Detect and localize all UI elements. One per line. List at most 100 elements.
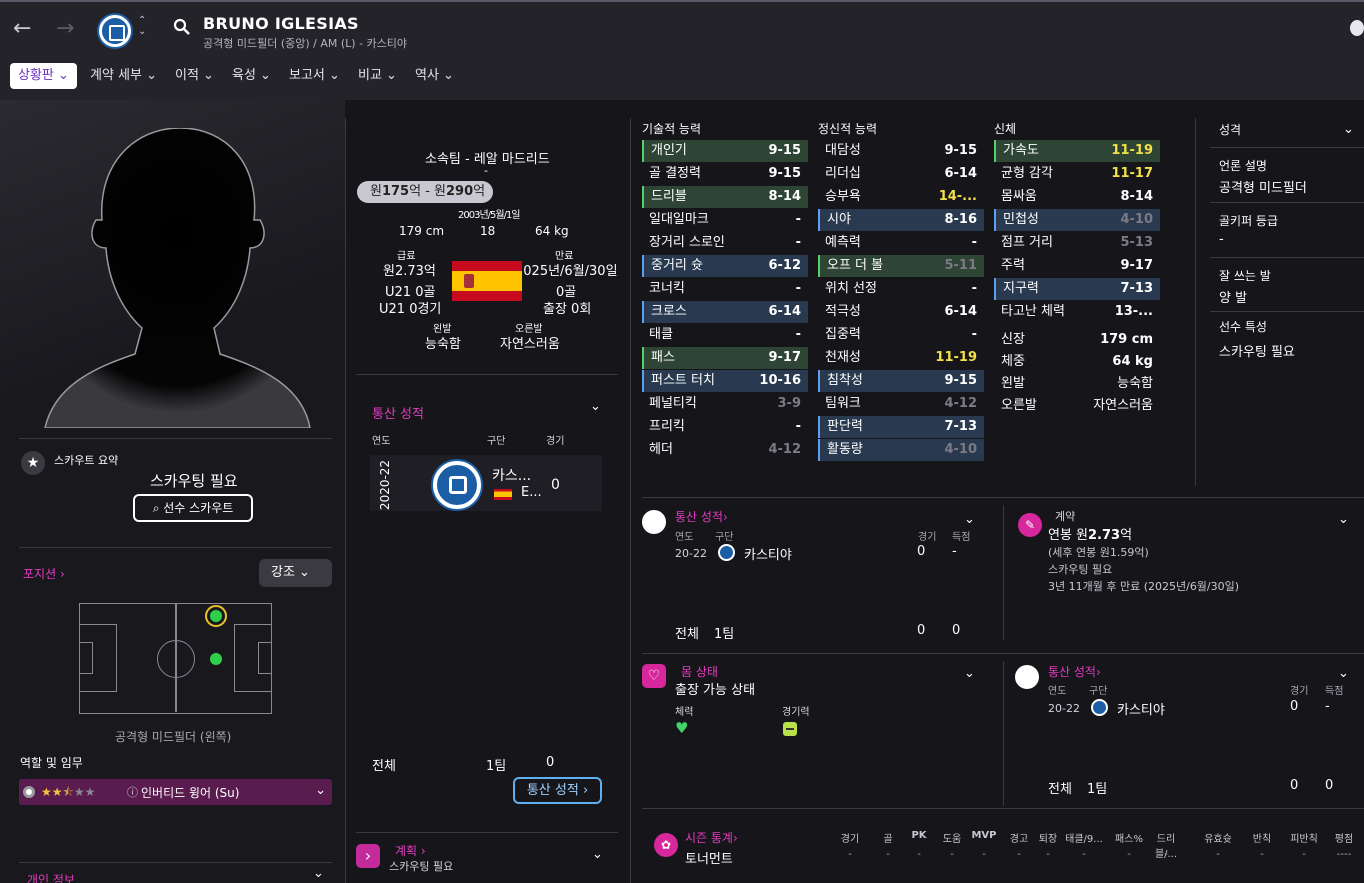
physical-attr-row[interactable]: 몸싸움 8-14: [994, 186, 1160, 208]
technical-attr-row[interactable]: 태클 -: [642, 324, 808, 346]
mental-attr-row[interactable]: 승부욕 14-...: [818, 186, 984, 208]
col-goals: 득점: [1325, 686, 1344, 697]
season-col-header[interactable]: 경기: [830, 830, 870, 845]
technical-attr-row[interactable]: 헤더 4-12: [642, 439, 808, 461]
col-apps: 경기: [546, 436, 565, 447]
physical-attr-row[interactable]: 타고난 체력 13-...: [994, 301, 1160, 323]
search-icon[interactable]: [173, 18, 191, 41]
ball-icon[interactable]: [1350, 20, 1364, 36]
emphasis-dropdown[interactable]: 강조 ⌄: [259, 559, 332, 587]
mental-attr-name: 적극성: [825, 304, 861, 319]
season-col-header[interactable]: 패스%: [1109, 830, 1149, 845]
career-club[interactable]: 카스티야: [744, 544, 792, 563]
mental-attr-value: 7-13: [944, 419, 977, 434]
technical-attr-row[interactable]: 퍼스트 터치 10-16: [642, 370, 808, 392]
physical-attr-row[interactable]: 주력 9-17: [994, 255, 1160, 277]
season-col-header[interactable]: 태클/9...: [1064, 830, 1104, 845]
career-stats-button[interactable]: 통산 성적 ›: [513, 777, 602, 804]
season-col-header[interactable]: 유효슛: [1198, 830, 1238, 845]
technical-attr-row[interactable]: 장거리 스로인 -: [642, 232, 808, 254]
chevron-down-icon[interactable]: ⌄: [590, 399, 601, 414]
technical-attr-value: -: [795, 281, 801, 296]
physical-attr-row[interactable]: 점프 거리 5-13: [994, 232, 1160, 254]
mental-attr-row[interactable]: 침착성 9-15: [818, 370, 984, 392]
club-logo-icon[interactable]: [99, 15, 131, 47]
value-range-badge[interactable]: 원175억 - 원290억: [357, 181, 493, 203]
technical-attr-row[interactable]: 페널티킥 3-9: [642, 393, 808, 415]
season-col-header[interactable]: 반칙: [1242, 830, 1282, 845]
mental-attr-row[interactable]: 위치 선정 -: [818, 278, 984, 300]
technical-attr-name: 헤더: [649, 442, 673, 457]
col-year: 연도: [675, 532, 694, 543]
position-title[interactable]: 포지션 ›: [23, 565, 65, 582]
technical-attr-row[interactable]: 일대일마크 -: [642, 209, 808, 231]
technical-attr-row[interactable]: 드리블 8-14: [642, 186, 808, 208]
forward-arrow-icon[interactable]: →: [56, 16, 74, 41]
tab-contract[interactable]: 계약 세부 ⌄: [82, 63, 165, 89]
technical-attr-name: 골 결정력: [649, 166, 701, 181]
col-club: 구단: [715, 532, 734, 543]
club-dash: -: [484, 164, 488, 177]
tab-reports[interactable]: 보고서 ⌄: [281, 63, 348, 89]
tab-compare[interactable]: 비교 ⌄: [350, 63, 405, 89]
technical-attr-row[interactable]: 크로스 6-14: [642, 301, 808, 323]
tab-development[interactable]: 육성 ⌄: [224, 63, 279, 89]
chevron-down-icon[interactable]: ⌄: [1343, 122, 1354, 137]
career-club[interactable]: 카스티야: [1117, 699, 1165, 718]
tab-overview[interactable]: 상황판 ⌄: [10, 63, 77, 89]
season-stats-title[interactable]: 시즌 통계›: [685, 829, 738, 846]
season-col-header[interactable]: 피반칙: [1284, 830, 1324, 845]
technical-attr-name: 중거리 슛: [651, 258, 703, 273]
physical-info-value: 자연스러움: [1093, 398, 1153, 413]
chevron-down-icon[interactable]: ⌄: [592, 847, 603, 862]
technical-attr-row[interactable]: 코너킥 -: [642, 278, 808, 300]
chevron-down-icon[interactable]: ⌄: [964, 512, 975, 527]
physical-attr-row[interactable]: 균형 감각 11-17: [994, 163, 1160, 185]
mental-attr-row[interactable]: 대담성 9-15: [818, 140, 984, 162]
mental-attr-row[interactable]: 적극성 6-14: [818, 301, 984, 323]
tab-transfer[interactable]: 이적 ⌄: [167, 63, 222, 89]
condition-title[interactable]: 몸 상태: [681, 663, 718, 680]
mental-attr-row[interactable]: 리더십 6-14: [818, 163, 984, 185]
mental-attr-row[interactable]: 팀워크 4-12: [818, 393, 984, 415]
position-dot-aml: [210, 610, 222, 622]
tab-history[interactable]: 역사 ⌄: [407, 63, 462, 89]
mental-attr-name: 집중력: [825, 327, 861, 342]
technical-attr-row[interactable]: 프리킥 -: [642, 416, 808, 438]
physical-attr-row[interactable]: 민첩성 4-10: [994, 209, 1160, 231]
career-mid-title[interactable]: 통산 성적›: [675, 508, 728, 525]
technical-attr-row[interactable]: 중거리 슛 6-12: [642, 255, 808, 277]
personal-info-title[interactable]: 개인 정보: [27, 871, 75, 883]
mental-attr-row[interactable]: 오프 더 볼 5-11: [818, 255, 984, 277]
career-total-apps: 0: [1290, 778, 1299, 793]
physical-info-name: 체중: [1001, 354, 1025, 369]
chevron-down-icon[interactable]: ⌄: [964, 666, 975, 681]
physical-attr-row[interactable]: 가속도 11-19: [994, 140, 1160, 162]
mental-attr-row[interactable]: 집중력 -: [818, 324, 984, 346]
mental-attr-row[interactable]: 시야 8-16: [818, 209, 984, 231]
mental-attr-row[interactable]: 판단력 7-13: [818, 416, 984, 438]
mental-attr-row[interactable]: 활동량 4-10: [818, 439, 984, 461]
technical-attr-row[interactable]: 개인기 9-15: [642, 140, 808, 162]
season-col-header[interactable]: 퇴장: [1028, 830, 1068, 845]
technical-attr-row[interactable]: 패스 9-17: [642, 347, 808, 369]
mental-attr-row[interactable]: 예측력 -: [818, 232, 984, 254]
career-row[interactable]: [370, 455, 602, 511]
technical-attr-row[interactable]: 골 결정력 9-15: [642, 163, 808, 185]
career-right-title[interactable]: 통산 성적›: [1048, 663, 1101, 680]
back-arrow-icon[interactable]: ←: [13, 16, 31, 41]
role-selector[interactable]: ★★⯪★★ ⓘ 인버티드 윙어 (Su) ⌄: [19, 779, 332, 805]
contract-after-tax: (세후 연봉 원1.59억): [1048, 546, 1149, 559]
plan-title[interactable]: 계획 ›: [395, 842, 426, 859]
chevron-down-icon[interactable]: ⌄: [1338, 512, 1349, 527]
career-stats-title[interactable]: 통산 성적: [372, 403, 424, 422]
season-col-header[interactable]: MVP: [964, 830, 1004, 841]
mental-attr-name: 오프 더 볼: [827, 258, 884, 273]
chevron-down-icon[interactable]: ⌄: [1338, 666, 1349, 681]
mental-attr-row[interactable]: 천재성 11-19: [818, 347, 984, 369]
club-switch-chevron-icon[interactable]: ⌃ ⌄: [138, 15, 146, 37]
chevron-down-icon[interactable]: ⌄: [313, 866, 324, 881]
physical-attr-row[interactable]: 지구력 7-13: [994, 278, 1160, 300]
season-col-header[interactable]: 평점: [1324, 830, 1364, 845]
scout-player-button[interactable]: ⌕ 선수 스카우트: [133, 494, 253, 522]
